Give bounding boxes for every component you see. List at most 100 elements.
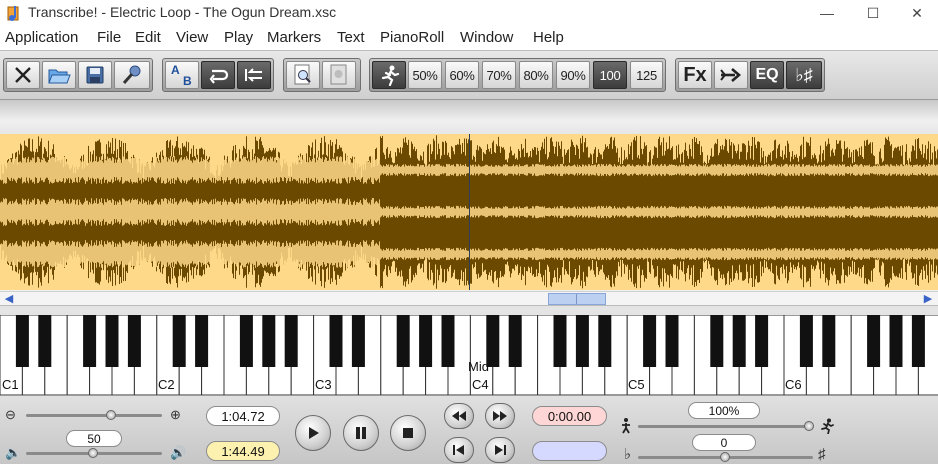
menu-help[interactable]: Help [533,29,564,46]
pause-button[interactable] [343,415,379,451]
black-key[interactable] [329,315,343,367]
menu-edit[interactable]: Edit [135,29,161,46]
loop-time-display[interactable]: 0:00.00 [532,406,607,426]
spectrum-button[interactable] [322,61,356,89]
fx-button[interactable]: Fx [678,61,712,89]
menu-text[interactable]: Text [337,29,365,46]
black-key[interactable] [643,315,657,367]
volume-slider-knob[interactable] [88,448,98,458]
zoom-button[interactable] [286,61,320,89]
black-key[interactable] [262,315,276,367]
microphone-icon [122,65,141,84]
save-file-button[interactable] [78,61,112,89]
microphone-button[interactable] [114,61,150,89]
waveform-view[interactable] [0,134,938,290]
speed-slider-knob[interactable] [804,421,814,431]
loop-range-display[interactable] [532,441,607,461]
waveform-scrollbar[interactable]: ◀ ▶ [0,291,938,305]
loop-toggle-button[interactable] [201,61,235,89]
forward-step-button[interactable] [714,61,748,89]
stop-button[interactable] [390,415,426,451]
scroll-right-arrow-icon[interactable]: ▶ [922,293,934,305]
black-key[interactable] [38,315,52,367]
black-key[interactable] [284,315,298,367]
transpose-key-button[interactable]: ♭♯ [786,61,822,89]
speed-50-button[interactable]: 50% [408,61,442,89]
open-file-button[interactable] [42,61,76,89]
volume-high-icon: 🔊 [170,445,187,460]
playback-cursor[interactable] [469,134,470,290]
zoom-in-icon[interactable]: ⊕ [170,408,181,422]
previous-marker-button[interactable] [444,437,474,463]
black-key[interactable] [419,315,433,367]
piano-header [0,305,938,315]
black-key[interactable] [822,315,836,367]
ab-loop-button[interactable]: A B [165,61,199,89]
speed-100-button[interactable]: 100 [593,61,627,89]
black-key[interactable] [710,315,724,367]
scroll-left-arrow-icon[interactable]: ◀ [3,293,15,305]
octave-label-c5: C5 [628,377,645,392]
zoom-slider-knob[interactable] [106,410,116,420]
black-key[interactable] [911,315,925,367]
black-key[interactable] [732,315,746,367]
black-key[interactable] [351,315,365,367]
black-key[interactable] [83,315,97,367]
black-key[interactable] [239,315,253,367]
minimize-button[interactable]: — [804,0,850,26]
menu-pianoroll[interactable]: PianoRoll [380,29,444,46]
menu-application[interactable]: Application [5,29,78,46]
floppy-disk-icon [86,66,104,84]
speed-60-button[interactable]: 60% [445,61,479,89]
black-key[interactable] [755,315,769,367]
skip-forward-icon [495,445,506,455]
black-key[interactable] [105,315,119,367]
black-key[interactable] [598,315,612,367]
black-key[interactable] [396,315,410,367]
black-key[interactable] [15,315,29,367]
black-key[interactable] [127,315,141,367]
speed-mode-button[interactable] [372,61,406,89]
black-key[interactable] [441,315,455,367]
speed-125-button[interactable]: 125 [630,61,663,89]
speed-80-button[interactable]: 80% [519,61,553,89]
speed-70-button[interactable]: 70% [482,61,516,89]
close-window-button[interactable]: ✕ [894,0,938,26]
black-key[interactable] [799,315,813,367]
close-file-button[interactable] [6,61,40,89]
eq-button[interactable]: EQ [750,61,784,89]
app-icon [7,6,19,21]
menu-window[interactable]: Window [460,29,513,46]
next-marker-button[interactable] [485,437,515,463]
ab-a-label: A [171,63,180,77]
black-key[interactable] [867,315,881,367]
speed-slider-track[interactable] [638,425,813,428]
volume-value: 50 [66,430,122,447]
black-key[interactable] [665,315,679,367]
zoom-out-icon[interactable]: ⊖ [5,408,16,422]
speed-90-button[interactable]: 90% [556,61,590,89]
return-to-start-button[interactable] [237,61,271,89]
close-x-icon [15,67,31,83]
black-key[interactable] [889,315,903,367]
zoom-slider-track[interactable] [26,414,162,417]
black-key[interactable] [553,315,567,367]
fast-forward-button[interactable] [485,403,515,429]
black-key[interactable] [195,315,209,367]
menu-file[interactable]: File [97,29,121,46]
rewind-button[interactable] [444,403,474,429]
menu-markers[interactable]: Markers [267,29,321,46]
menu-play[interactable]: Play [224,29,253,46]
scroll-thumb[interactable] [548,293,606,305]
position-time-display[interactable]: 1:04.72 [206,406,280,426]
black-key[interactable] [575,315,589,367]
play-button[interactable] [295,415,331,451]
pitch-slider-knob[interactable] [720,452,730,462]
black-key[interactable] [172,315,186,367]
piano-keyboard[interactable]: C1 C2 C3 C4 Mid C5 C6 [0,315,938,395]
spectrum-page-icon [330,64,347,85]
maximize-button[interactable]: ☐ [850,0,896,26]
walking-man-icon [622,418,630,434]
menu-view[interactable]: View [176,29,208,46]
black-key[interactable] [508,315,522,367]
